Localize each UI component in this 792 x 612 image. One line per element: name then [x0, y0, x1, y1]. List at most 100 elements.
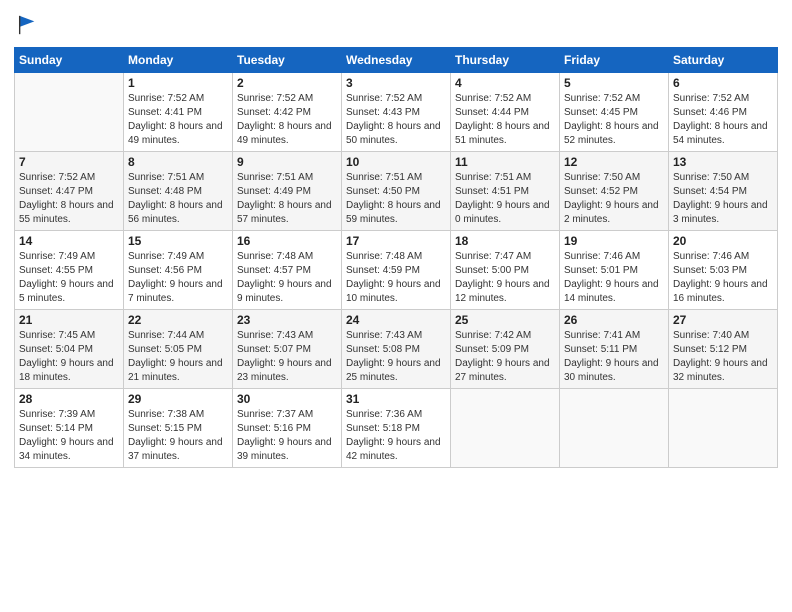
header — [14, 10, 778, 41]
cell-w2-d1: 7 Sunrise: 7:52 AMSunset: 4:47 PMDaylight… — [15, 152, 124, 231]
cell-w4-d4: 24Sunrise: 7:43 AMSunset: 5:08 PMDayligh… — [342, 310, 451, 389]
day-number: 2 — [237, 76, 337, 90]
cell-w2-d3: 9 Sunrise: 7:51 AMSunset: 4:49 PMDaylight… — [233, 152, 342, 231]
day-number: 28 — [19, 392, 119, 406]
day-number: 15 — [128, 234, 228, 248]
cell-w4-d1: 21Sunrise: 7:45 AMSunset: 5:04 PMDayligh… — [15, 310, 124, 389]
cell-w3-d2: 15Sunrise: 7:49 AMSunset: 4:56 PMDayligh… — [124, 231, 233, 310]
day-info: Sunrise: 7:50 AMSunset: 4:52 PMDaylight:… — [564, 171, 664, 227]
cell-w3-d5: 18 Sunrise: 7:47 AMSunset: 5:00 PMDayligh… — [451, 231, 560, 310]
day-number: 19 — [564, 234, 664, 248]
cell-w4-d7: 27 Sunrise: 7:40 AMSunset: 5:12 PMDayligh… — [669, 310, 778, 389]
day-number: 22 — [128, 313, 228, 327]
day-info: Sunrise: 7:41 AMSunset: 5:11 PMDaylight:… — [564, 329, 664, 385]
day-info: Sunrise: 7:51 AMSunset: 4:49 PMDaylight:… — [237, 171, 337, 227]
day-number: 18 — [455, 234, 555, 248]
main-container: Sunday Monday Tuesday Wednesday Thursday… — [0, 0, 792, 478]
day-number: 25 — [455, 313, 555, 327]
day-info: Sunrise: 7:52 AMSunset: 4:43 PMDaylight:… — [346, 92, 446, 148]
day-info: Sunrise: 7:40 AMSunset: 5:12 PMDaylight:… — [673, 329, 773, 385]
day-info: Sunrise: 7:42 AMSunset: 5:09 PMDaylight:… — [455, 329, 555, 385]
cell-w3-d4: 17 Sunrise: 7:48 AMSunset: 4:59 PMDayligh… — [342, 231, 451, 310]
cell-w4-d5: 25 Sunrise: 7:42 AMSunset: 5:09 PMDayligh… — [451, 310, 560, 389]
day-info: Sunrise: 7:52 AMSunset: 4:44 PMDaylight:… — [455, 92, 555, 148]
day-number: 29 — [128, 392, 228, 406]
day-number: 11 — [455, 155, 555, 169]
cell-w5-d4: 31 Sunrise: 7:36 AMSunset: 5:18 PMDayligh… — [342, 389, 451, 468]
day-number: 30 — [237, 392, 337, 406]
day-number: 3 — [346, 76, 446, 90]
day-info: Sunrise: 7:52 AMSunset: 4:45 PMDaylight:… — [564, 92, 664, 148]
day-info: Sunrise: 7:49 AMSunset: 4:55 PMDaylight:… — [19, 250, 119, 306]
calendar-table: Sunday Monday Tuesday Wednesday Thursday… — [14, 47, 778, 468]
day-number: 1 — [128, 76, 228, 90]
day-info: Sunrise: 7:43 AMSunset: 5:07 PMDaylight:… — [237, 329, 337, 385]
day-info: Sunrise: 7:48 AMSunset: 4:57 PMDaylight:… — [237, 250, 337, 306]
day-number: 31 — [346, 392, 446, 406]
day-info: Sunrise: 7:51 AMSunset: 4:50 PMDaylight:… — [346, 171, 446, 227]
cell-w2-d4: 10 Sunrise: 7:51 AMSunset: 4:50 PMDayligh… — [342, 152, 451, 231]
day-number: 16 — [237, 234, 337, 248]
logo — [14, 14, 38, 41]
cell-w3-d7: 20Sunrise: 7:46 AMSunset: 5:03 PMDayligh… — [669, 231, 778, 310]
day-info: Sunrise: 7:50 AMSunset: 4:54 PMDaylight:… — [673, 171, 773, 227]
day-info: Sunrise: 7:47 AMSunset: 5:00 PMDaylight:… — [455, 250, 555, 306]
cell-w4-d2: 22Sunrise: 7:44 AMSunset: 5:05 PMDayligh… — [124, 310, 233, 389]
cell-w5-d2: 29 Sunrise: 7:38 AMSunset: 5:15 PMDayligh… — [124, 389, 233, 468]
header-saturday: Saturday — [669, 48, 778, 73]
day-info: Sunrise: 7:51 AMSunset: 4:48 PMDaylight:… — [128, 171, 228, 227]
header-friday: Friday — [560, 48, 669, 73]
cell-w1-d3: 2 Sunrise: 7:52 AMSunset: 4:42 PMDaylight… — [233, 73, 342, 152]
day-info: Sunrise: 7:37 AMSunset: 5:16 PMDaylight:… — [237, 408, 337, 464]
week-row-5: 28Sunrise: 7:39 AMSunset: 5:14 PMDayligh… — [15, 389, 778, 468]
cell-w3-d3: 16 Sunrise: 7:48 AMSunset: 4:57 PMDayligh… — [233, 231, 342, 310]
day-number: 12 — [564, 155, 664, 169]
week-row-3: 14 Sunrise: 7:49 AMSunset: 4:55 PMDayligh… — [15, 231, 778, 310]
day-info: Sunrise: 7:38 AMSunset: 5:15 PMDaylight:… — [128, 408, 228, 464]
cell-w2-d2: 8 Sunrise: 7:51 AMSunset: 4:48 PMDaylight… — [124, 152, 233, 231]
cell-w4-d6: 26 Sunrise: 7:41 AMSunset: 5:11 PMDayligh… — [560, 310, 669, 389]
day-number: 7 — [19, 155, 119, 169]
day-info: Sunrise: 7:52 AMSunset: 4:42 PMDaylight:… — [237, 92, 337, 148]
cell-w5-d7 — [669, 389, 778, 468]
day-info: Sunrise: 7:48 AMSunset: 4:59 PMDaylight:… — [346, 250, 446, 306]
day-number: 5 — [564, 76, 664, 90]
header-monday: Monday — [124, 48, 233, 73]
day-info: Sunrise: 7:52 AMSunset: 4:46 PMDaylight:… — [673, 92, 773, 148]
week-row-4: 21Sunrise: 7:45 AMSunset: 5:04 PMDayligh… — [15, 310, 778, 389]
day-number: 17 — [346, 234, 446, 248]
day-info: Sunrise: 7:51 AMSunset: 4:51 PMDaylight:… — [455, 171, 555, 227]
cell-w4-d3: 23 Sunrise: 7:43 AMSunset: 5:07 PMDayligh… — [233, 310, 342, 389]
logo-line1 — [14, 14, 38, 41]
cell-w1-d7: 6Sunrise: 7:52 AMSunset: 4:46 PMDaylight… — [669, 73, 778, 152]
day-number: 14 — [19, 234, 119, 248]
cell-w2-d5: 11 Sunrise: 7:51 AMSunset: 4:51 PMDayligh… — [451, 152, 560, 231]
day-number: 8 — [128, 155, 228, 169]
cell-w1-d5: 4 Sunrise: 7:52 AMSunset: 4:44 PMDaylight… — [451, 73, 560, 152]
cell-w5-d1: 28Sunrise: 7:39 AMSunset: 5:14 PMDayligh… — [15, 389, 124, 468]
cell-w2-d6: 12 Sunrise: 7:50 AMSunset: 4:52 PMDayligh… — [560, 152, 669, 231]
day-info: Sunrise: 7:52 AMSunset: 4:47 PMDaylight:… — [19, 171, 119, 227]
day-info: Sunrise: 7:46 AMSunset: 5:01 PMDaylight:… — [564, 250, 664, 306]
week-row-1: 1Sunrise: 7:52 AMSunset: 4:41 PMDaylight… — [15, 73, 778, 152]
day-number: 23 — [237, 313, 337, 327]
cell-w5-d6 — [560, 389, 669, 468]
day-info: Sunrise: 7:36 AMSunset: 5:18 PMDaylight:… — [346, 408, 446, 464]
header-tuesday: Tuesday — [233, 48, 342, 73]
day-number: 27 — [673, 313, 773, 327]
cell-w1-d2: 1Sunrise: 7:52 AMSunset: 4:41 PMDaylight… — [124, 73, 233, 152]
day-number: 4 — [455, 76, 555, 90]
cell-w3-d1: 14 Sunrise: 7:49 AMSunset: 4:55 PMDayligh… — [15, 231, 124, 310]
header-thursday: Thursday — [451, 48, 560, 73]
calendar-header-row: Sunday Monday Tuesday Wednesday Thursday… — [15, 48, 778, 73]
week-row-2: 7 Sunrise: 7:52 AMSunset: 4:47 PMDaylight… — [15, 152, 778, 231]
day-number: 21 — [19, 313, 119, 327]
header-sunday: Sunday — [15, 48, 124, 73]
logo-flag-icon — [16, 14, 38, 36]
day-number: 10 — [346, 155, 446, 169]
day-number: 24 — [346, 313, 446, 327]
day-number: 9 — [237, 155, 337, 169]
day-number: 20 — [673, 234, 773, 248]
cell-w1-d4: 3 Sunrise: 7:52 AMSunset: 4:43 PMDaylight… — [342, 73, 451, 152]
day-number: 26 — [564, 313, 664, 327]
